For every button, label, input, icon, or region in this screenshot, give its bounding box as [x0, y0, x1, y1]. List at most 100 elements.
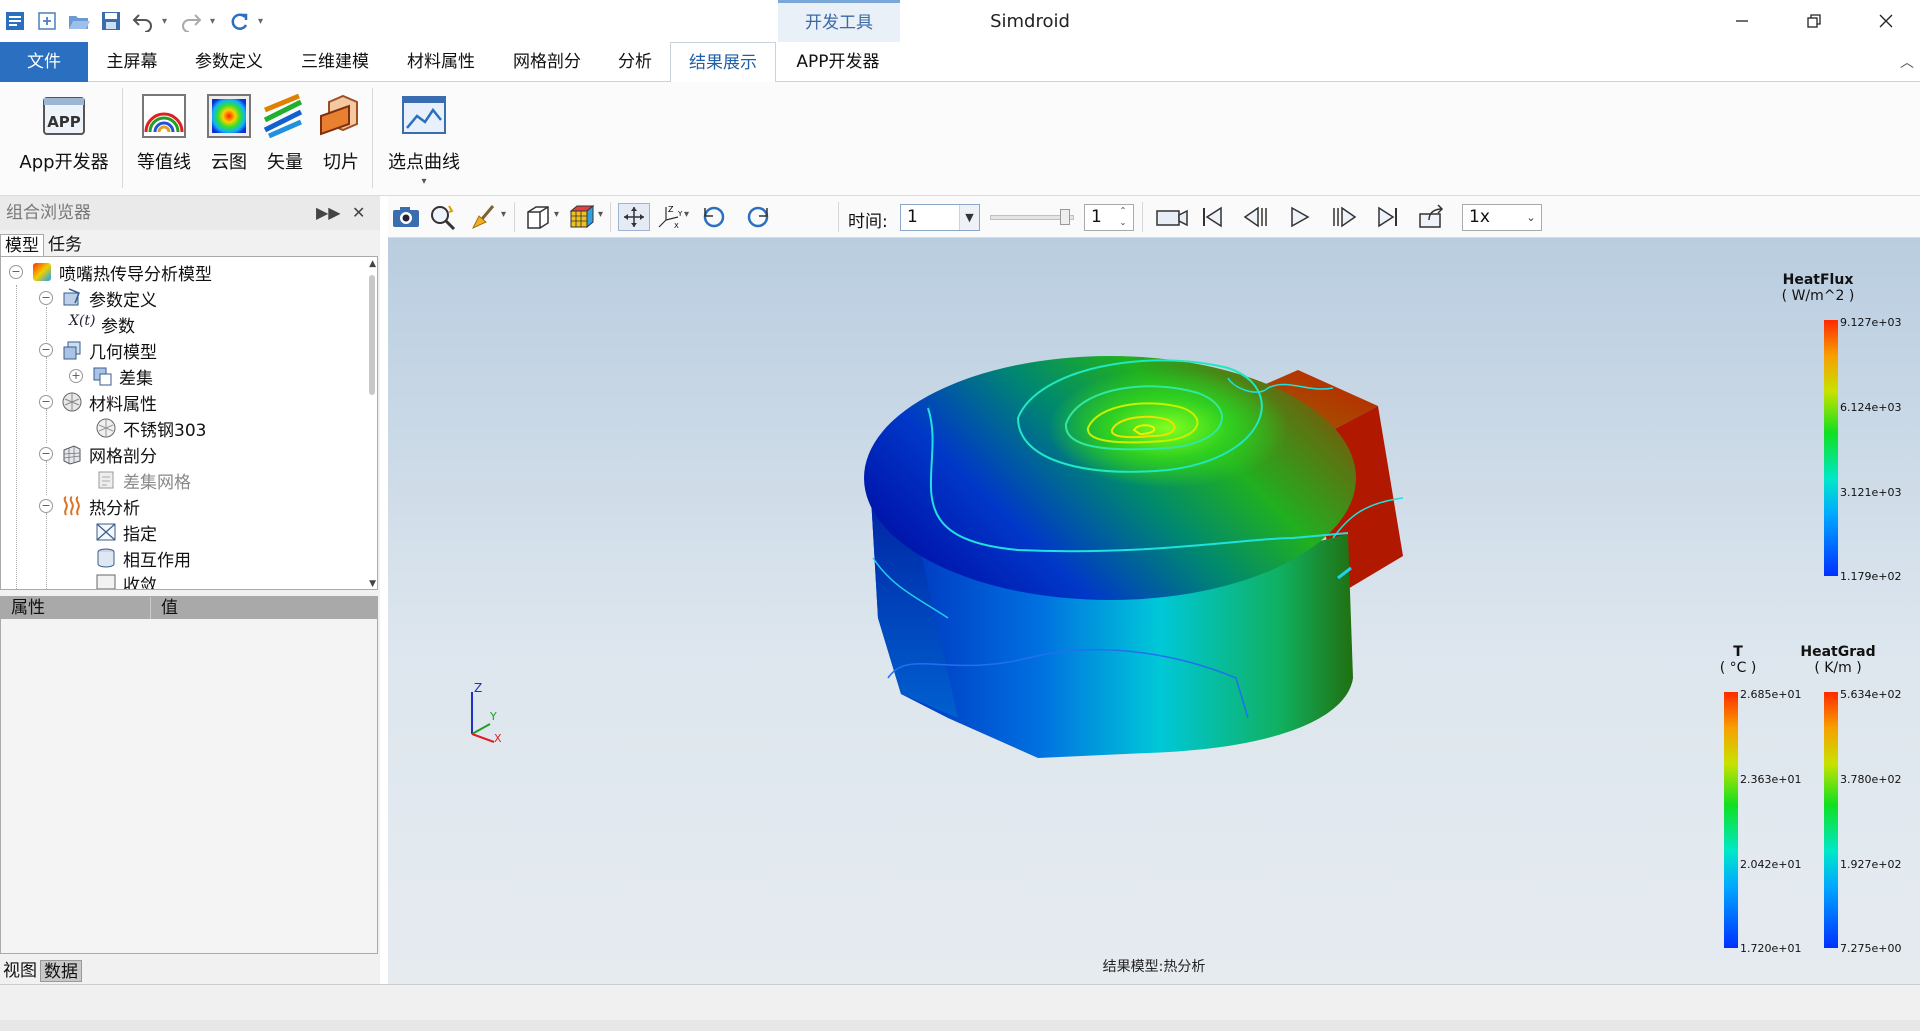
- tab-view[interactable]: 视图: [0, 960, 40, 982]
- tab-3d-modeling[interactable]: 三维建模: [282, 42, 388, 82]
- export-button[interactable]: [1416, 203, 1448, 231]
- view-dropdown-icon[interactable]: ▾: [554, 209, 559, 220]
- dock-panel-icon[interactable]: ▶▶: [316, 196, 341, 230]
- undo-dropdown-icon[interactable]: ▾: [162, 16, 172, 27]
- refresh-icon[interactable]: [226, 8, 252, 34]
- customize-toolbar-icon[interactable]: ▾: [258, 16, 268, 27]
- tab-results[interactable]: 结果展示: [670, 42, 776, 83]
- play-button[interactable]: [1284, 203, 1316, 231]
- close-button[interactable]: [1850, 0, 1920, 42]
- rotate-right-button[interactable]: [742, 203, 774, 231]
- svg-text:Y: Y: [677, 210, 683, 218]
- screenshot-button[interactable]: [390, 203, 422, 231]
- tab-app-developer[interactable]: APP开发器: [776, 42, 900, 82]
- step-forward-icon: [1333, 206, 1357, 228]
- point-curve-dropdown-icon[interactable]: ▾: [384, 176, 464, 187]
- nozzle-result-model[interactable]: [388, 238, 1920, 984]
- tab-mesh[interactable]: 网格剖分: [494, 42, 600, 82]
- clear-button[interactable]: [468, 203, 500, 231]
- expand-toggle-icon[interactable]: +: [69, 369, 83, 383]
- tab-home[interactable]: 主屏幕: [88, 42, 176, 82]
- redo-dropdown-icon[interactable]: ▾: [210, 16, 220, 27]
- previous-frame-button[interactable]: [1240, 203, 1272, 231]
- tree-item-interaction[interactable]: 相互作用: [95, 545, 191, 571]
- tree-guide: [46, 307, 47, 341]
- tree-item-geometry[interactable]: − 几何模型: [39, 337, 157, 363]
- result-model-caption: 结果模型:热分析: [1102, 959, 1206, 975]
- rotate-left-icon: [703, 206, 725, 228]
- tab-materials[interactable]: 材料属性: [388, 42, 494, 82]
- tree-item-thermal-analysis[interactable]: − 热分析: [39, 493, 140, 519]
- collapse-toggle-icon[interactable]: −: [39, 291, 53, 305]
- heatgrad-tick: 5.634e+02: [1840, 688, 1902, 701]
- tree-item-convergence[interactable]: 收敛: [95, 571, 157, 589]
- tab-parameters[interactable]: 参数定义: [176, 42, 282, 82]
- restore-button[interactable]: [1778, 0, 1850, 42]
- tree-item-steel[interactable]: 不锈钢303: [95, 415, 206, 441]
- clear-dropdown-icon[interactable]: ▾: [501, 209, 506, 220]
- tree-item-parameter[interactable]: X(t) 参数: [69, 311, 135, 337]
- cloud-map-button[interactable]: 云图: [204, 92, 254, 174]
- scroll-down-icon[interactable]: ▼: [369, 579, 376, 589]
- time-select[interactable]: 1 ▼: [900, 204, 980, 231]
- tree-item-materials[interactable]: − 材料属性: [39, 389, 157, 415]
- axis-view-button[interactable]: ZYX: [654, 203, 686, 231]
- playback-speed-select[interactable]: 1x ⌄: [1462, 204, 1542, 231]
- view-cube-button[interactable]: [522, 203, 554, 231]
- undo-icon[interactable]: [130, 8, 156, 34]
- last-frame-button[interactable]: [1372, 203, 1404, 231]
- tab-analysis[interactable]: 分析: [600, 42, 670, 82]
- ribbon-panel: APP App开发器 等值线 云图 矢量 切片 选点曲线 ▾: [0, 82, 1920, 196]
- tree-scrollbar[interactable]: [369, 275, 375, 395]
- display-dropdown-icon[interactable]: ▾: [598, 209, 603, 220]
- value-column-header: 值: [161, 598, 178, 618]
- collapse-ribbon-icon[interactable]: ︿: [1900, 52, 1914, 72]
- tree-item-label: 差集网格: [123, 472, 191, 493]
- collapse-toggle-icon[interactable]: −: [39, 499, 53, 513]
- redo-icon[interactable]: [178, 8, 204, 34]
- tree-item-difference-mesh[interactable]: 差集网格: [95, 467, 191, 493]
- tab-data[interactable]: 数据: [40, 960, 82, 982]
- chevron-down-icon: ▼: [959, 205, 979, 230]
- close-panel-icon[interactable]: ✕: [352, 196, 365, 230]
- time-step-value: 1: [1091, 207, 1102, 227]
- vector-button[interactable]: 矢量: [260, 92, 310, 174]
- collapse-toggle-icon[interactable]: −: [39, 395, 53, 409]
- tree-item-parameters[interactable]: − 参数定义: [39, 285, 157, 311]
- 3d-viewport[interactable]: Z Y X HeatFlux ( W/m^2 ) 9.127e+03 6.124…: [388, 238, 1920, 984]
- toolbar-separator: [838, 202, 839, 232]
- point-curve-button[interactable]: 选点曲线 ▾: [384, 92, 464, 187]
- tab-task[interactable]: 任务: [44, 234, 86, 256]
- app-menu-icon[interactable]: [2, 8, 28, 34]
- slice-button[interactable]: 切片: [316, 92, 366, 174]
- time-slider-handle[interactable]: [1060, 209, 1070, 225]
- minimize-button[interactable]: [1706, 0, 1778, 42]
- save-icon[interactable]: [98, 8, 124, 34]
- display-mode-button[interactable]: [566, 203, 598, 231]
- new-file-icon[interactable]: [34, 8, 60, 34]
- tree-item-assign[interactable]: 指定: [95, 519, 157, 545]
- contour-button[interactable]: 等值线: [132, 92, 196, 174]
- open-folder-icon[interactable]: [66, 8, 92, 34]
- record-video-button[interactable]: [1154, 203, 1190, 231]
- tree-item-difference[interactable]: + 差集: [69, 363, 153, 389]
- time-step-spinner[interactable]: 1 ⌃ ⌄: [1084, 204, 1134, 231]
- collapse-toggle-icon[interactable]: −: [39, 447, 53, 461]
- scroll-up-icon[interactable]: ▲: [369, 259, 376, 269]
- rotate-left-button[interactable]: [698, 203, 730, 231]
- dev-tools-context-tab[interactable]: 开发工具: [778, 0, 900, 42]
- pan-button[interactable]: [618, 203, 650, 231]
- tab-file[interactable]: 文件: [0, 42, 88, 82]
- tree-item-mesh[interactable]: − 网格剖分: [39, 441, 157, 467]
- zoom-select-button[interactable]: [428, 203, 460, 231]
- parameter-definition-icon: [61, 287, 83, 309]
- collapse-toggle-icon[interactable]: −: [9, 265, 23, 279]
- axis-dropdown-icon[interactable]: ▾: [684, 209, 689, 220]
- tree-item-model-root[interactable]: − 喷嘴热传导分析模型: [9, 259, 212, 285]
- next-frame-button[interactable]: [1328, 203, 1360, 231]
- temperature-title: T: [1733, 644, 1743, 660]
- first-frame-button[interactable]: [1196, 203, 1228, 231]
- app-developer-button[interactable]: APP App开发器: [14, 92, 114, 174]
- tab-model[interactable]: 模型: [0, 234, 44, 256]
- collapse-toggle-icon[interactable]: −: [39, 343, 53, 357]
